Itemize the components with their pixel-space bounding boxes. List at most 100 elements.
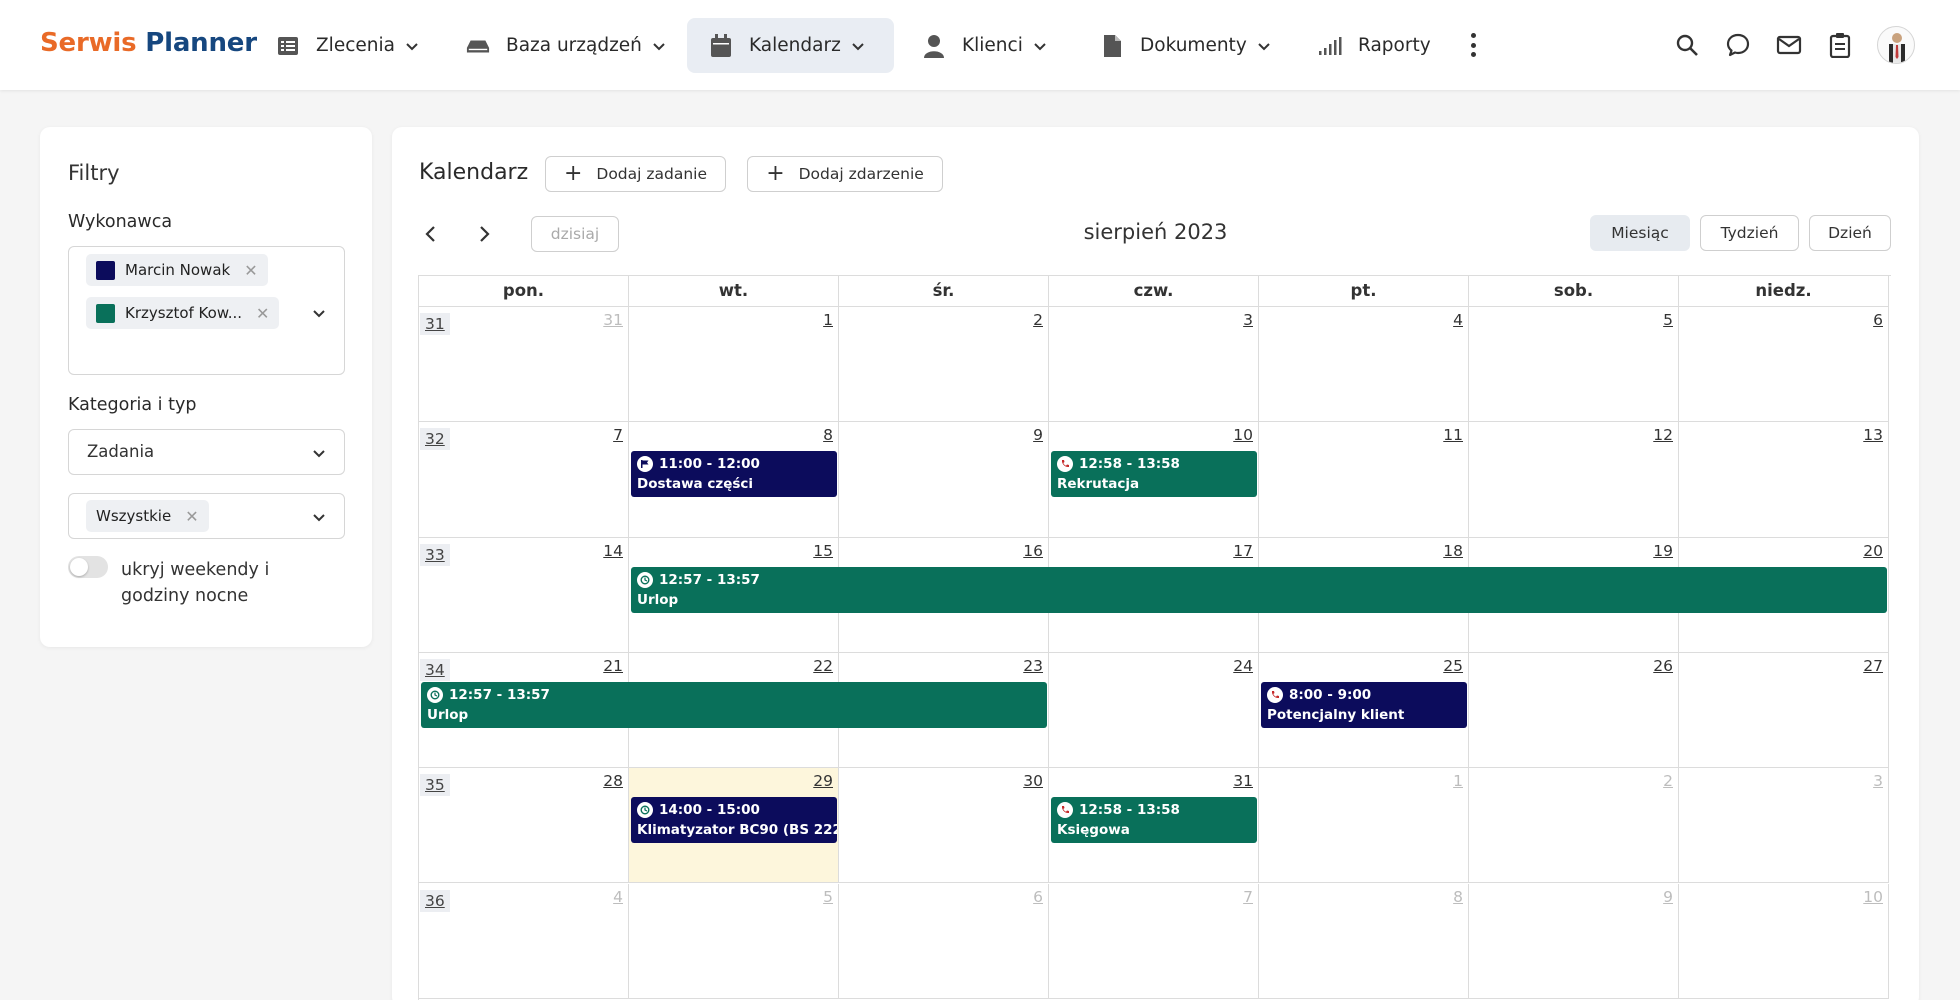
- day-number[interactable]: 12: [1653, 426, 1673, 444]
- day-cell[interactable]: 6: [839, 883, 1049, 999]
- add-task-button[interactable]: + Dodaj zadanie: [545, 156, 726, 192]
- view-month-button[interactable]: Miesiąc: [1590, 215, 1690, 251]
- day-cell[interactable]: 11: [1259, 422, 1469, 538]
- day-number[interactable]: 10: [1863, 888, 1883, 906]
- day-cell[interactable]: 6: [1679, 307, 1889, 423]
- day-cell[interactable]: 24: [1049, 652, 1259, 769]
- day-number[interactable]: 7: [1243, 888, 1253, 906]
- calendar-event[interactable]: 8:00 - 9:00 Potencjalny klient: [1261, 681, 1467, 728]
- day-number[interactable]: 10: [1233, 426, 1253, 444]
- day-cell[interactable]: 4: [1259, 307, 1469, 423]
- day-number[interactable]: 29: [813, 772, 833, 790]
- day-number[interactable]: 11: [1443, 426, 1463, 444]
- day-cell[interactable]: 9: [839, 422, 1049, 538]
- nav-item-baza-urzadzen[interactable]: Baza urządzeń: [444, 18, 688, 73]
- day-cell[interactable]: 36 4: [419, 883, 629, 999]
- day-number[interactable]: 27: [1863, 657, 1883, 675]
- day-number[interactable]: 1: [823, 311, 833, 329]
- app-logo[interactable]: Serwis Planner: [40, 28, 257, 58]
- day-number[interactable]: 4: [613, 888, 623, 906]
- calendar-event[interactable]: 14:00 - 15:00 Klimatyzator BC90 (BS 222): [631, 797, 837, 844]
- day-number[interactable]: 31: [1233, 772, 1253, 790]
- day-number[interactable]: 8: [823, 426, 833, 444]
- next-month-button[interactable]: [469, 219, 499, 249]
- day-number[interactable]: 6: [1033, 888, 1043, 906]
- view-day-button[interactable]: Dzień: [1809, 215, 1891, 251]
- add-event-button[interactable]: + Dodaj zdarzenie: [747, 156, 943, 192]
- day-number[interactable]: 13: [1863, 426, 1883, 444]
- nav-item-dokumenty[interactable]: Dokumenty: [1078, 18, 1293, 73]
- chat-icon[interactable]: [1724, 31, 1752, 59]
- day-number[interactable]: 28: [603, 772, 623, 790]
- day-cell[interactable]: 2: [1469, 768, 1679, 884]
- nav-item-raporty[interactable]: Raporty: [1296, 18, 1453, 73]
- day-number[interactable]: 19: [1653, 542, 1673, 560]
- today-button[interactable]: dzisiaj: [531, 216, 619, 252]
- calendar-event[interactable]: 12:58 - 13:58 Księgowa: [1051, 797, 1257, 844]
- day-number[interactable]: 24: [1233, 657, 1253, 675]
- day-cell[interactable]: 26: [1469, 652, 1679, 769]
- chevron-down-icon[interactable]: [312, 306, 326, 320]
- day-number[interactable]: 2: [1033, 311, 1043, 329]
- nav-item-kalendarz[interactable]: Kalendarz: [687, 18, 894, 73]
- day-cell[interactable]: 35 28: [419, 768, 629, 884]
- day-number[interactable]: 21: [603, 657, 623, 675]
- week-number[interactable]: 32: [420, 428, 450, 451]
- day-number[interactable]: 6: [1873, 311, 1883, 329]
- day-cell[interactable]: 7: [1049, 883, 1259, 999]
- day-cell[interactable]: 13: [1679, 422, 1889, 538]
- day-cell[interactable]: 10: [1679, 883, 1889, 999]
- day-number[interactable]: 1: [1453, 772, 1463, 790]
- day-number[interactable]: 5: [1663, 311, 1673, 329]
- remove-chip-icon[interactable]: ✕: [244, 261, 257, 280]
- day-cell[interactable]: 9: [1469, 883, 1679, 999]
- day-number[interactable]: 30: [1023, 772, 1043, 790]
- day-number[interactable]: 31: [603, 311, 623, 329]
- remove-chip-icon[interactable]: ✕: [256, 304, 269, 323]
- week-number[interactable]: 31: [420, 313, 450, 335]
- clipboard-icon[interactable]: [1826, 31, 1854, 59]
- day-number[interactable]: 3: [1243, 311, 1253, 329]
- day-cell[interactable]: 5: [1469, 307, 1679, 423]
- day-cell[interactable]: 8: [1259, 883, 1469, 999]
- day-cell[interactable]: 1: [629, 307, 839, 423]
- day-number[interactable]: 9: [1663, 888, 1673, 906]
- nav-item-klienci[interactable]: Klienci: [900, 18, 1069, 73]
- avatar[interactable]: [1877, 26, 1915, 64]
- day-number[interactable]: 3: [1873, 772, 1883, 790]
- calendar-event[interactable]: 12:57 - 13:57 Urlop: [421, 681, 1047, 728]
- day-number[interactable]: 22: [813, 657, 833, 675]
- week-number[interactable]: 35: [420, 774, 450, 797]
- day-cell[interactable]: 12: [1469, 422, 1679, 538]
- category-select[interactable]: Zadania: [68, 429, 345, 475]
- day-number[interactable]: 4: [1453, 311, 1463, 329]
- day-number[interactable]: 23: [1023, 657, 1043, 675]
- week-number[interactable]: 33: [420, 543, 450, 566]
- calendar-event[interactable]: 12:57 - 13:57 Urlop: [631, 566, 1887, 613]
- day-number[interactable]: 25: [1443, 657, 1463, 675]
- mail-icon[interactable]: [1775, 31, 1803, 59]
- week-number[interactable]: 34: [420, 658, 450, 681]
- view-week-button[interactable]: Tydzień: [1700, 215, 1799, 251]
- day-number[interactable]: 5: [823, 888, 833, 906]
- day-number[interactable]: 14: [603, 542, 623, 560]
- week-number[interactable]: 36: [420, 889, 450, 912]
- nav-item-zlecenia[interactable]: Zlecenia: [254, 18, 441, 73]
- day-number[interactable]: 18: [1443, 542, 1463, 560]
- day-number[interactable]: 2: [1663, 772, 1673, 790]
- day-cell[interactable]: 30: [839, 768, 1049, 884]
- calendar-event[interactable]: 11:00 - 12:00 Dostawa części: [631, 451, 837, 498]
- day-cell[interactable]: 1: [1259, 768, 1469, 884]
- day-cell[interactable]: 27: [1679, 652, 1889, 769]
- performer-multiselect[interactable]: Marcin Nowak ✕ Krzysztof Kow... ✕: [68, 246, 345, 375]
- day-number[interactable]: 9: [1033, 426, 1043, 444]
- prev-month-button[interactable]: [416, 219, 446, 249]
- remove-chip-icon[interactable]: ✕: [185, 507, 198, 526]
- day-cell[interactable]: 32 7: [419, 422, 629, 538]
- day-cell[interactable]: 3: [1679, 768, 1889, 884]
- day-cell[interactable]: 33 14: [419, 537, 629, 653]
- hide-weekends-toggle[interactable]: [68, 556, 108, 578]
- day-cell[interactable]: 2: [839, 307, 1049, 423]
- day-cell[interactable]: 5: [629, 883, 839, 999]
- day-number[interactable]: 20: [1863, 542, 1883, 560]
